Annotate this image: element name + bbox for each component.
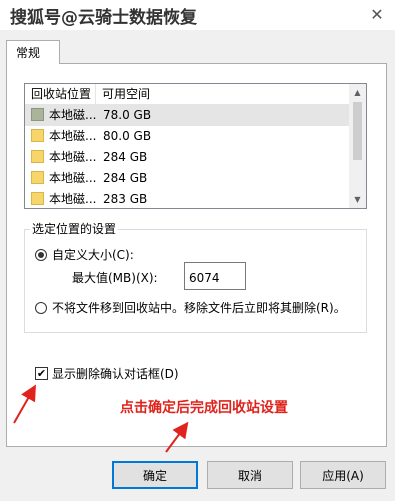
cancel-button[interactable]: 取消 [207, 461, 293, 489]
annotation-arrows [13, 384, 189, 453]
arrow-to-checkbox-icon [13, 384, 36, 424]
apply-button[interactable]: 应用(A) [300, 461, 386, 489]
arrow-to-ok-button-icon [165, 421, 189, 453]
ok-button[interactable]: 确定 [112, 461, 198, 489]
tab-general[interactable]: 常规 [6, 40, 60, 64]
